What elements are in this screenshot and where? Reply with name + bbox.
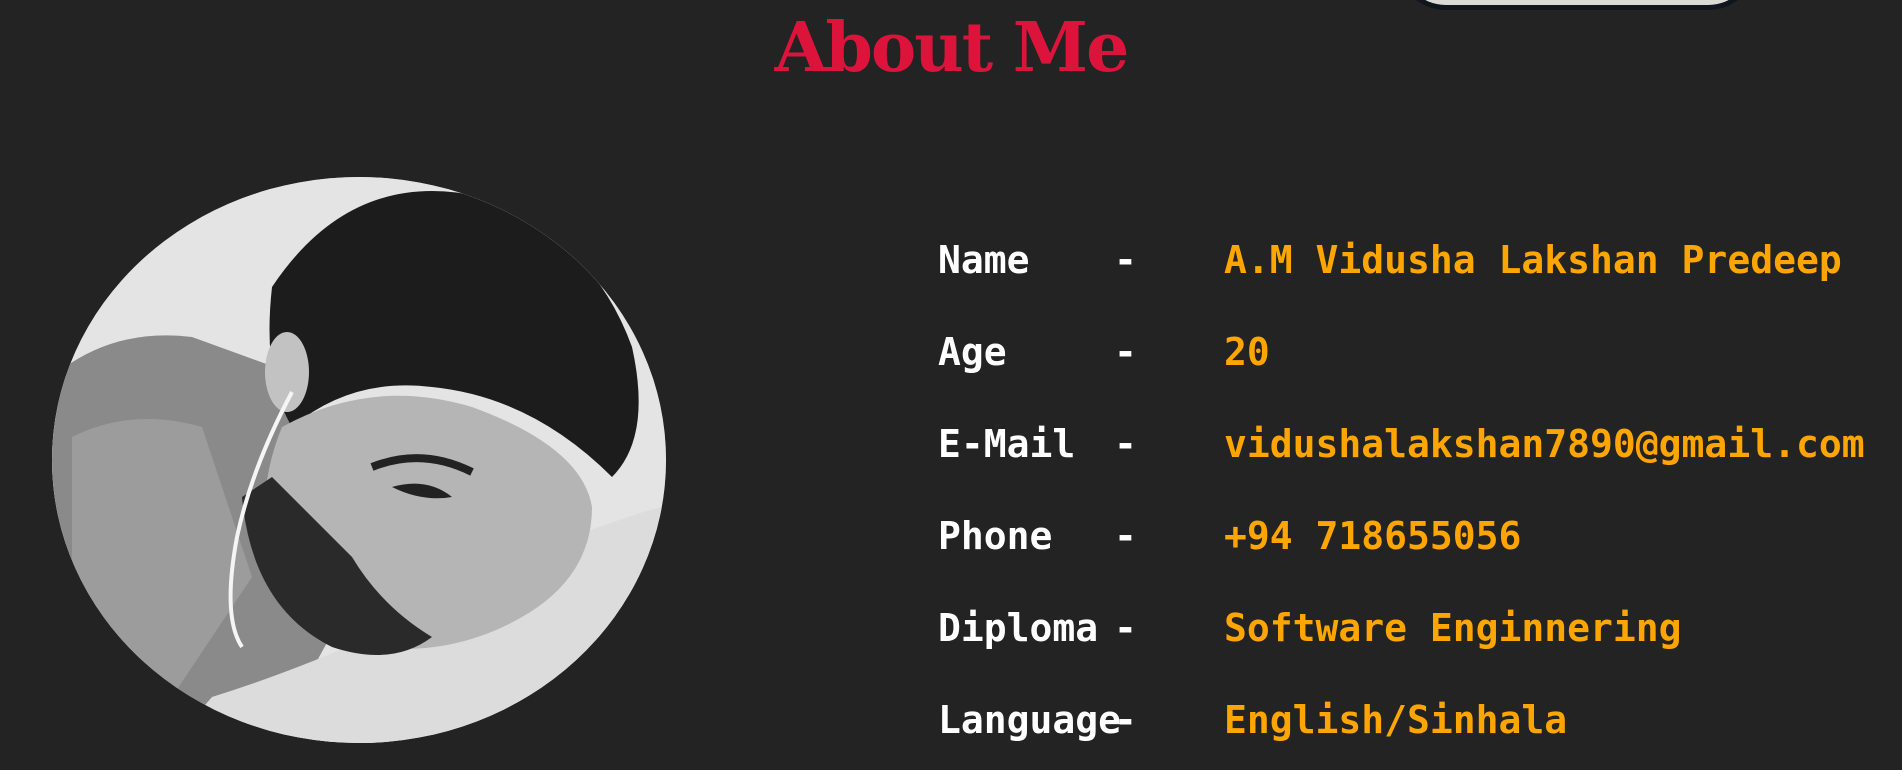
- detail-separator: -: [1114, 514, 1137, 558]
- detail-value: +94 718655056: [1224, 514, 1522, 558]
- detail-label: Phone: [938, 514, 1053, 558]
- detail-separator: -: [1114, 606, 1137, 650]
- detail-label: E-Mail: [938, 422, 1076, 466]
- detail-separator: -: [1114, 698, 1137, 742]
- detail-value: A.M Vidusha Lakshan Predeep: [1224, 238, 1842, 282]
- detail-label: Language: [938, 698, 1122, 742]
- detail-separator: -: [1114, 422, 1137, 466]
- profile-photo: [52, 177, 666, 743]
- detail-value: English/Sinhala: [1224, 698, 1568, 742]
- detail-value: 20: [1224, 330, 1270, 374]
- detail-label: Diploma: [938, 606, 1099, 650]
- detail-value: Software Enginnering: [1224, 606, 1682, 650]
- about-section: About Me Name - A.M Vidusha Lakshan Pred…: [0, 0, 1902, 770]
- section-title: About Me: [774, 8, 1130, 88]
- detail-label: Name: [938, 238, 1030, 282]
- detail-separator: -: [1114, 238, 1137, 282]
- detail-separator: -: [1114, 330, 1137, 374]
- detail-value: vidushalakshan7890@gmail.com: [1224, 422, 1865, 466]
- detail-label: Age: [938, 330, 1007, 374]
